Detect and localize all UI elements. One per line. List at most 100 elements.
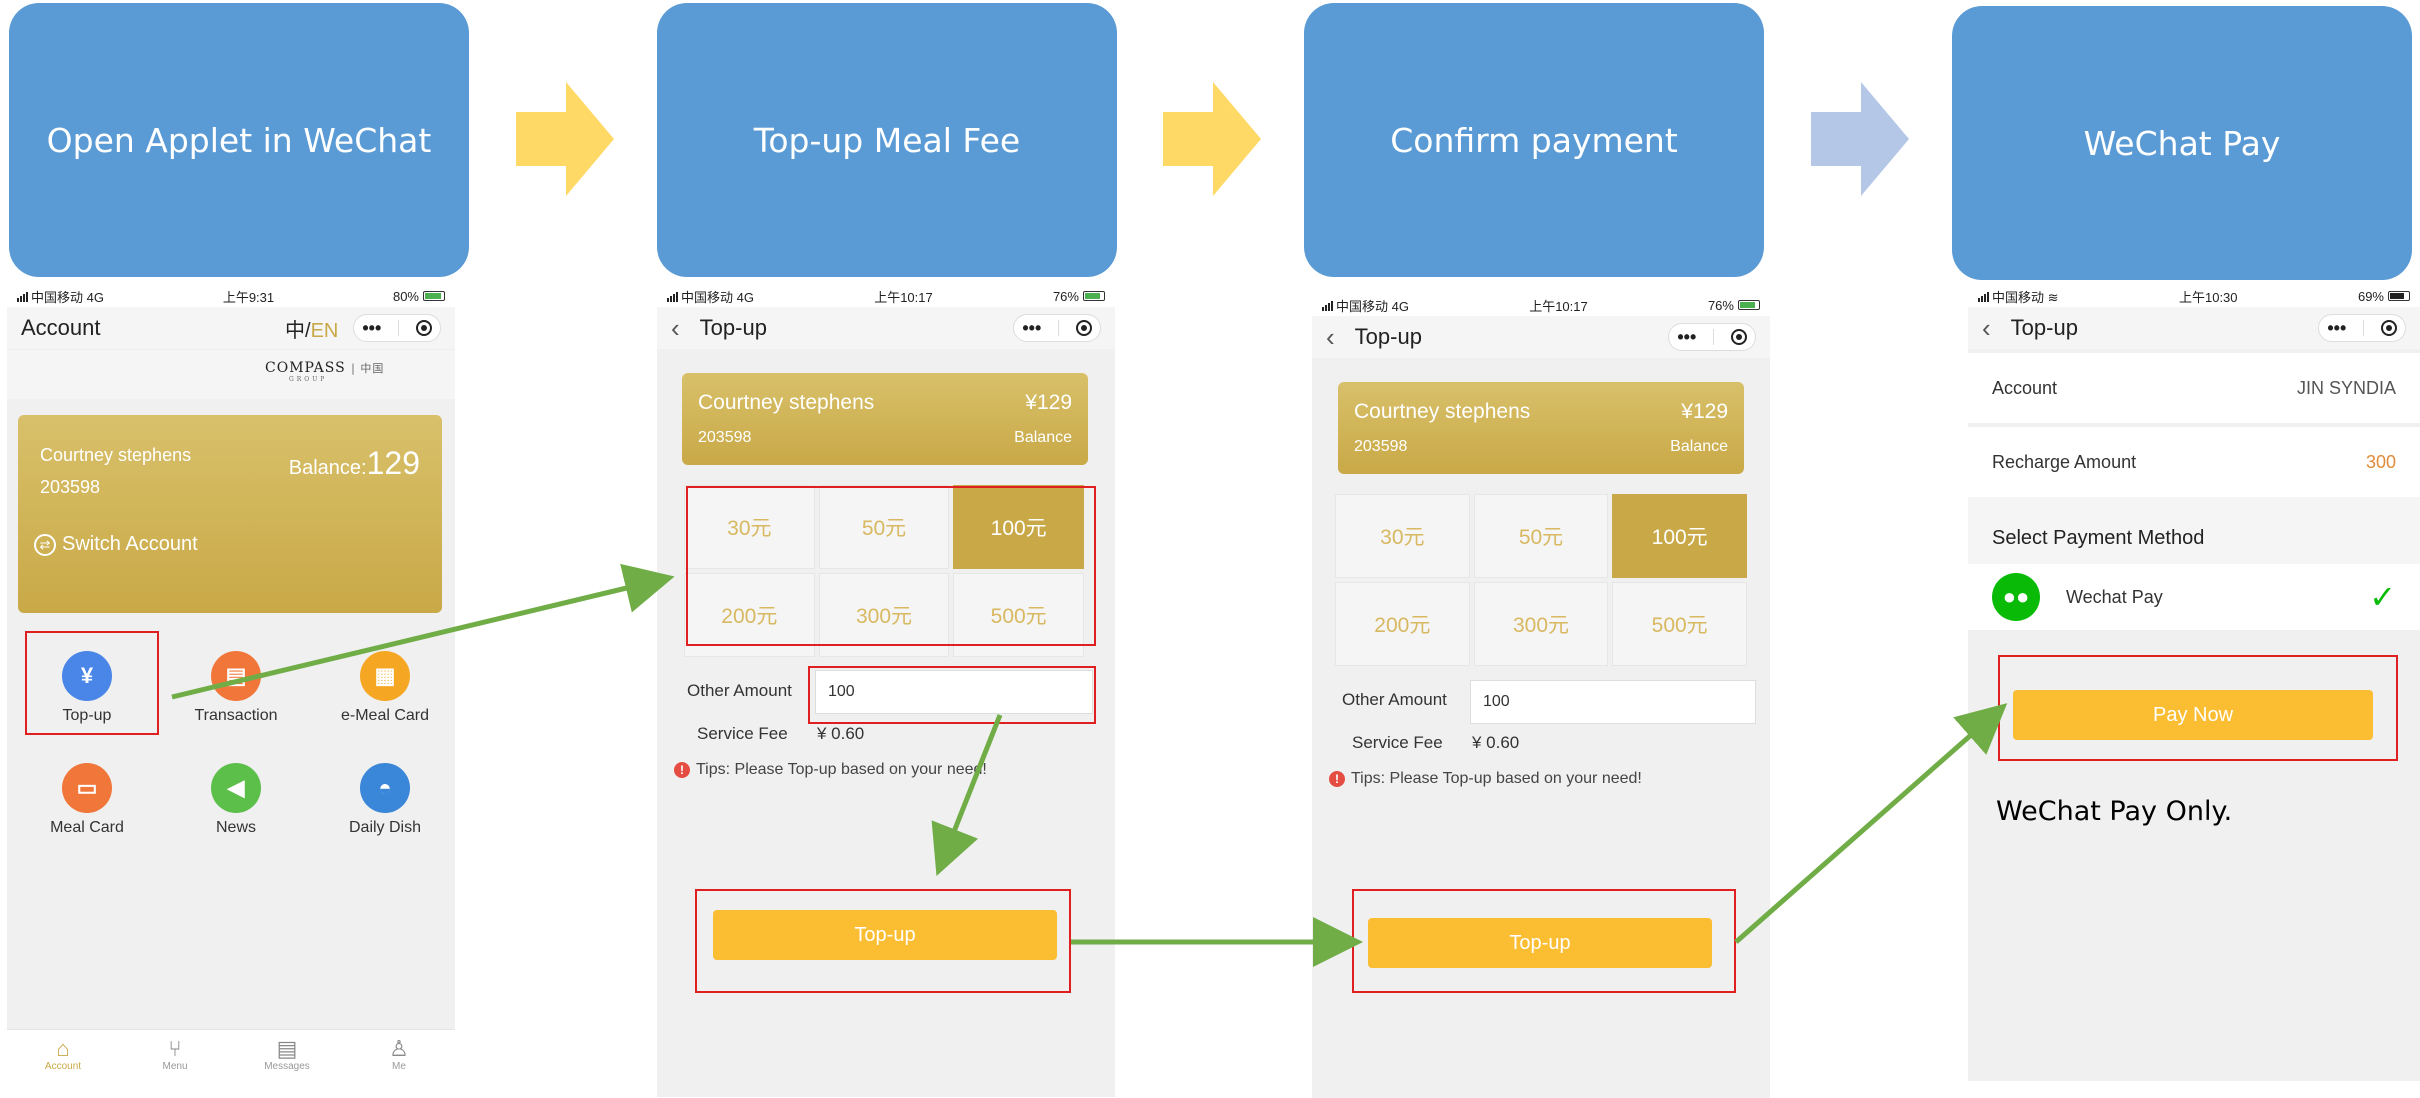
other-amount-label: Other Amount xyxy=(1342,690,1447,709)
status-time: 上午10:17 xyxy=(1529,298,1588,314)
language-switch[interactable]: 中/EN xyxy=(285,314,338,343)
switch-account-button[interactable]: ⇄ Switch Account xyxy=(34,533,198,556)
carrier-text: 中国移动 4G xyxy=(31,289,104,305)
account-card: Courtney stephens 203598 Balance:129 ⇄ S… xyxy=(18,415,442,613)
more-icon[interactable]: ••• xyxy=(362,318,381,339)
account-value: JIN SYNDIA xyxy=(2296,377,2396,398)
service-fee-label: Service Fee xyxy=(697,724,788,743)
tab-messages[interactable]: ▤ Messages xyxy=(231,1030,343,1079)
service-fee-value: ¥ 0.60 xyxy=(817,724,865,743)
page-title: Account xyxy=(21,315,101,340)
nav-bar: Account 中/EN ••• xyxy=(7,307,455,349)
close-applet-icon[interactable] xyxy=(1730,329,1747,345)
nav-bar: ‹ Top-up ••• xyxy=(657,307,1115,349)
switch-icon: ⇄ xyxy=(34,533,56,556)
home-icon: ⌂ xyxy=(56,1036,70,1061)
status-bar: 中国移动 ≋ 上午10:30 69% xyxy=(1968,285,2420,307)
qr-code-icon: ▦ xyxy=(360,651,410,701)
capsule-menu: ••• xyxy=(1013,314,1101,342)
lang-en: EN xyxy=(310,319,339,342)
other-amount-label: Other Amount xyxy=(687,681,792,700)
step-1-box: Open Applet in WeChat xyxy=(9,3,469,277)
step-arrow-2 xyxy=(1163,82,1261,196)
step-arrow-1 xyxy=(516,82,614,196)
recharge-label: Recharge Amount xyxy=(1992,451,2137,472)
caption-wechat-pay-only: WeChat Pay Only. xyxy=(1996,796,2233,827)
amount-option[interactable]: 30元 xyxy=(1335,494,1470,578)
signal-icon xyxy=(1978,291,1989,302)
step-2-box: Top-up Meal Fee xyxy=(657,3,1117,277)
page-title: Top-up xyxy=(1354,324,1422,349)
menu-news[interactable]: ◀ News xyxy=(166,763,306,837)
step-2-title: Top-up Meal Fee xyxy=(753,120,1021,160)
status-bar: 中国移动 4G 上午10:17 76% xyxy=(657,285,1115,307)
balance-value: 129 xyxy=(366,445,420,481)
close-applet-icon[interactable] xyxy=(2380,320,2397,336)
card-holder-id: 203598 xyxy=(698,429,752,446)
menu-transaction[interactable]: ▤ Transaction xyxy=(166,651,306,725)
step-4-title: WeChat Pay xyxy=(2083,123,2281,163)
back-icon[interactable]: ‹ xyxy=(671,313,680,344)
more-icon[interactable]: ••• xyxy=(1677,327,1696,348)
capsule-menu: ••• xyxy=(353,314,441,342)
status-time: 上午10:17 xyxy=(874,289,933,305)
amount-option[interactable]: 50元 xyxy=(1473,494,1609,578)
amount-option[interactable]: 200元 xyxy=(1335,582,1470,666)
battery-icon xyxy=(1082,291,1105,301)
step-3-title: Confirm payment xyxy=(1390,120,1678,160)
battery-icon xyxy=(423,291,445,301)
person-icon: ♙ xyxy=(389,1036,409,1061)
status-bar: 中国移动 4G 上午9:31 80% xyxy=(7,285,455,307)
select-method-heading: Select Payment Method xyxy=(1968,497,2420,564)
warning-icon: ! xyxy=(1329,771,1345,787)
more-icon[interactable]: ••• xyxy=(2327,318,2346,339)
amount-grid: 30元 50元 100元 200元 300元 500元 xyxy=(1335,494,1747,666)
flow-arrow-confirm-to-pay xyxy=(1734,703,2008,944)
card-balance-label: Balance xyxy=(1014,429,1072,446)
page-title: Top-up xyxy=(2010,315,2078,340)
payment-method-wechat[interactable]: ●● Wechat Pay ✓ xyxy=(1968,564,2420,630)
menu-daily-dish[interactable]: ◓ Daily Dish xyxy=(315,763,455,837)
step-3-box: Confirm payment xyxy=(1304,3,1764,277)
amount-option[interactable]: 500元 xyxy=(1612,582,1747,666)
amount-option-selected[interactable]: 100元 xyxy=(1612,494,1747,578)
dish-icon: ◓ xyxy=(360,763,410,813)
more-icon[interactable]: ••• xyxy=(1022,318,1041,339)
highlight-amount-grid xyxy=(686,486,1096,646)
close-applet-icon[interactable] xyxy=(415,320,432,336)
other-amount-input[interactable]: 100 xyxy=(1470,680,1756,724)
tab-account[interactable]: ⌂ Account xyxy=(7,1030,119,1079)
lang-zh: 中/ xyxy=(285,319,311,342)
card-holder-name: Courtney stephens xyxy=(1354,400,1531,423)
service-fee-label: Service Fee xyxy=(1352,733,1443,752)
balance-display: Balance:129 xyxy=(288,445,420,481)
tab-menu[interactable]: ⑂ Menu xyxy=(119,1030,231,1079)
recharge-value: 300 xyxy=(2365,451,2396,472)
card-holder-name: Courtney stephens xyxy=(698,391,875,414)
menu-meal-card[interactable]: ▭ Meal Card xyxy=(17,763,157,837)
card-holder-name: Courtney stephens xyxy=(40,445,192,465)
highlight-pay-now xyxy=(1998,655,2398,761)
balance-card: Courtney stephens ¥129 203598 Balance xyxy=(1338,382,1744,474)
megaphone-icon: ◀ xyxy=(211,763,261,813)
wifi-icon: ≋ xyxy=(2047,289,2059,305)
service-fee-value: ¥ 0.60 xyxy=(1472,733,1520,752)
menu-e-meal-card[interactable]: ▦ e-Meal Card xyxy=(315,651,455,725)
capsule-menu: ••• xyxy=(2318,314,2406,342)
back-icon[interactable]: ‹ xyxy=(1982,313,1991,344)
top-up-tip: ! Tips: Please Top-up based on your need! xyxy=(1329,770,1642,788)
highlight-top-up-button xyxy=(695,889,1071,993)
transaction-icon: ▤ xyxy=(211,651,261,701)
account-label: Account xyxy=(1992,377,2058,398)
payment-method-label: Wechat Pay xyxy=(2066,586,2163,607)
signal-icon xyxy=(1322,300,1333,311)
close-applet-icon[interactable] xyxy=(1075,320,1092,336)
warning-icon: ! xyxy=(674,762,690,778)
page-title: Top-up xyxy=(699,315,767,340)
tab-me[interactable]: ♙ Me xyxy=(343,1030,455,1079)
back-icon[interactable]: ‹ xyxy=(1326,322,1335,353)
highlight-confirm-button xyxy=(1352,889,1736,993)
capsule-menu: ••• xyxy=(1668,323,1756,351)
amount-option[interactable]: 300元 xyxy=(1473,582,1609,666)
nav-bar: ‹ Top-up ••• xyxy=(1968,307,2420,349)
